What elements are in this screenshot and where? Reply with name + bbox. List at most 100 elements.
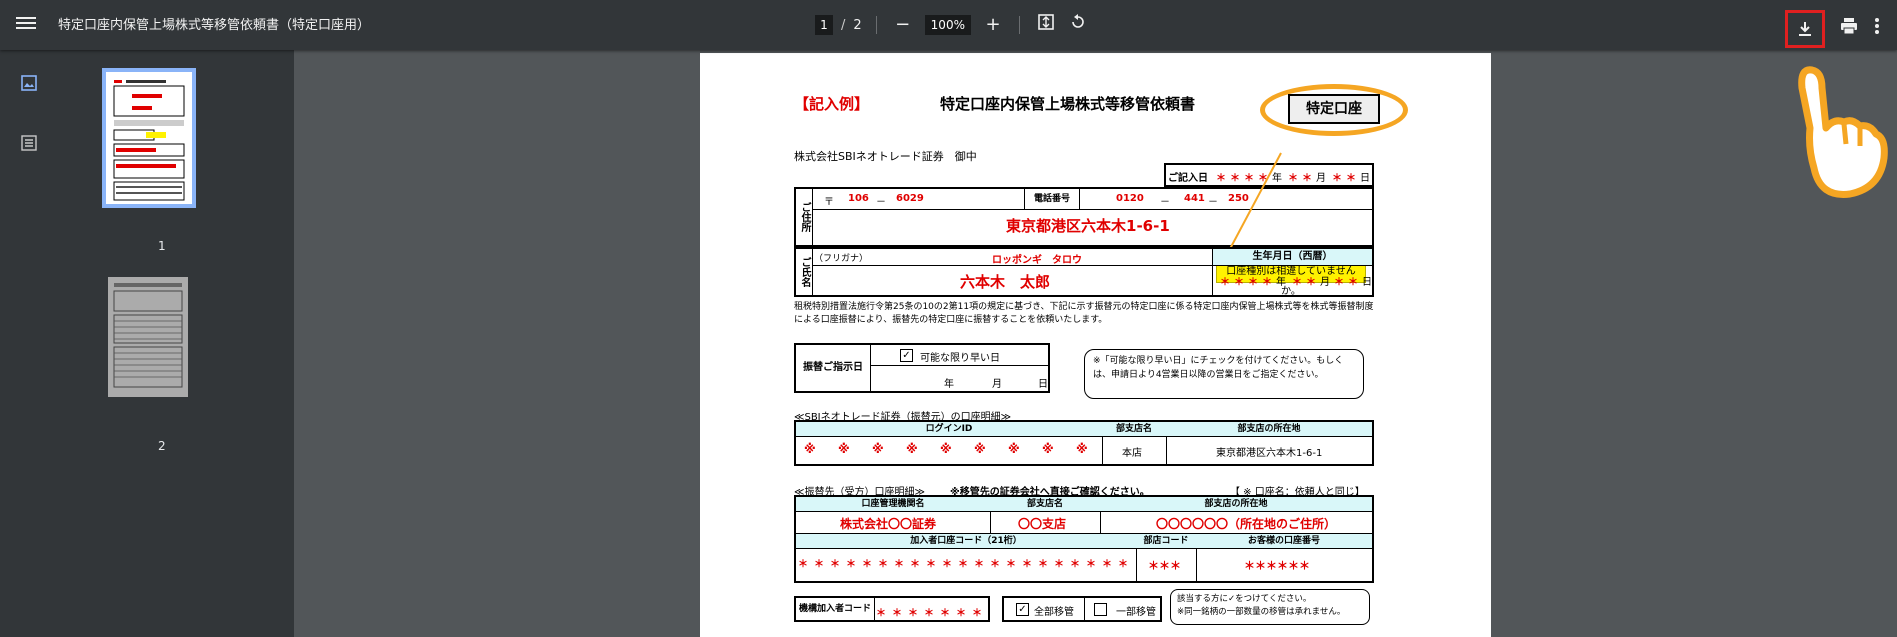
toolbar-actions [1785,10,1887,48]
month-label: 月 [1320,277,1330,288]
star: ＊ [1334,277,1344,288]
code-digit: ＊ [1102,559,1112,570]
page-thumbnail-2[interactable] [108,277,188,397]
code-digit: ＊ [1038,559,1048,570]
fit-page-icon[interactable] [1034,13,1058,38]
more-vert-icon[interactable] [1867,17,1887,42]
login-id-char: ※ [872,442,884,456]
thumbnail-view-icon[interactable] [18,72,40,94]
code-digit: ＊ [862,559,872,570]
code-digit: ＊ [940,608,950,619]
code-digit: ＊ [942,559,952,570]
star: ＊ [1230,173,1240,184]
login-id-char: ※ [838,442,850,456]
page-number-input[interactable]: 1 [815,15,833,35]
partial-transfer-checkbox[interactable] [1094,603,1107,616]
year-label: 年 [944,379,954,390]
firm-name-value: 株式会社〇〇証券 [840,517,937,531]
zoom-in-button[interactable]: + [981,13,1005,37]
code-digit: ＊ [956,608,966,619]
total-pages: 2 [853,17,862,33]
transfer-note: ※「可能な限り早い日」にチェックを付けてください。もしくは、申請日より4営業日以… [1084,349,1364,399]
star: ＊ [1216,173,1226,184]
month-label: 月 [1316,173,1326,184]
branch-label: 部支店名 [1102,422,1167,437]
login-id-char: ※ [974,442,986,456]
download-icon [1799,22,1811,36]
code-digit: ＊ [814,559,824,570]
name-block: ご氏名 （フリガナ） ロッポンギ タロウ 六本木 太郎 生年月日（西暦） ＊ ＊… [794,247,1374,297]
earliest-checkbox[interactable]: ✓ [900,349,913,362]
rotate-icon[interactable] [1066,13,1090,38]
star: ＊ [1302,173,1312,184]
star: ＊ [1262,277,1272,288]
transfer-date-block: 振替ご指示日 ✓ 可能な限り早い日 年 月 日 [794,343,1050,393]
code-digit: ＊ [972,608,982,619]
transfer-date-label: 振替ご指示日 [796,345,871,391]
code-digit: ＊ [958,559,968,570]
pdf-page: 【記入例】 特定口座内保管上場株式等移管依頼書 特定口座 株式会社SBIネオトレ… [700,53,1491,637]
dest-branch-label: 部支店名 [990,497,1101,512]
partial-transfer-label: 一部移管 [1116,607,1156,618]
transfer-note-text: ※「可能な限り早い日」にチェックを付けてください。もしくは、申請日より4営業日以… [1093,356,1344,380]
dash: － [1160,197,1170,208]
code-digit: ＊ [830,559,840,570]
institution-code-digits: ＊ ＊ ＊ ＊ ＊ ＊ ＊ [876,602,988,619]
phone-label: 電話番号 [1024,189,1080,209]
zoom-input[interactable]: 100% [924,15,971,35]
page-zoom-controls: 1 / 2 − 100% + [815,12,1090,38]
outline-view-icon[interactable] [18,132,40,154]
zoom-out-button[interactable]: − [891,13,915,37]
customer-account-label: お客様の口座番号 [1196,534,1372,549]
day-label: 日 [1362,277,1372,288]
code-digit: ＊ [974,559,984,570]
divider [1018,16,1020,34]
subscriber-code-label: 加入者口座コード（21桁） [796,534,1137,549]
code-digit: ＊ [1054,559,1064,570]
postal-mark: 〒 [824,197,834,208]
code-digit: ＊ [908,608,918,619]
code-digit: ＊ [892,608,902,619]
earliest-label: 可能な限り早い日 [920,353,1000,364]
star: ＊ [1306,277,1316,288]
day-label: 日 [1038,379,1048,390]
all-transfer-checkbox[interactable]: ✓ [1016,603,1029,616]
page-separator: / [841,17,846,33]
page-thumbnail-1[interactable] [102,68,196,208]
divider [875,16,877,34]
download-button[interactable] [1785,10,1825,48]
code-digit: ＊ [1006,559,1016,570]
star: ＊ [1244,173,1254,184]
dest-branch-address-label: 部支店の所在地 [1100,497,1372,512]
account-type-badge: 特定口座 [1288,94,1380,124]
furigana-value: ロッポンギ タロウ [992,255,1082,266]
code-digit: ＊ [1118,559,1128,570]
postal-code-1: 106 [848,193,869,204]
branch-address-label: 部支店の所在地 [1166,422,1372,437]
birth-date-label: 生年月日（西暦） [1213,249,1372,266]
transfer-type-note: 該当する方に✓をつけてください。 ※同一銘柄の一部数量の移管は承れません。 [1170,589,1370,625]
branch-code-label: 部店コード [1136,534,1197,549]
thumbnail-sidebar: 1 2 [0,50,294,637]
address-label: ご住所 [796,189,813,245]
star: ＊ [1288,173,1298,184]
addressee: 株式会社SBIネオトレード証券 御中 [794,150,977,163]
phone-part-3: 250 [1228,193,1249,204]
branch-code-value: ＊＊＊ [1148,559,1181,572]
phone-part-1: 0120 [1116,193,1144,204]
day-label: 日 [1360,173,1370,184]
menu-icon[interactable] [16,14,36,34]
code-digit: ＊ [846,559,856,570]
transfer-type-note-line-1: 該当する方に✓をつけてください。 [1177,594,1312,604]
dash: － [876,197,886,208]
print-icon[interactable] [1831,16,1867,43]
entry-date-label: ご記入日 [1168,173,1208,184]
code-digit: ＊ [1086,559,1096,570]
star: ＊ [1346,173,1356,184]
name-value: 六本木 太郎 [960,273,1051,291]
star: ＊ [1220,277,1230,288]
dest-branch-address-value: 〇〇〇〇〇〇（所在地のご住所） [1156,517,1337,531]
code-digit: ＊ [990,559,1000,570]
login-id-char: ※ [804,442,816,456]
address-value: 東京都港区六本木1-6-1 [1006,217,1170,235]
